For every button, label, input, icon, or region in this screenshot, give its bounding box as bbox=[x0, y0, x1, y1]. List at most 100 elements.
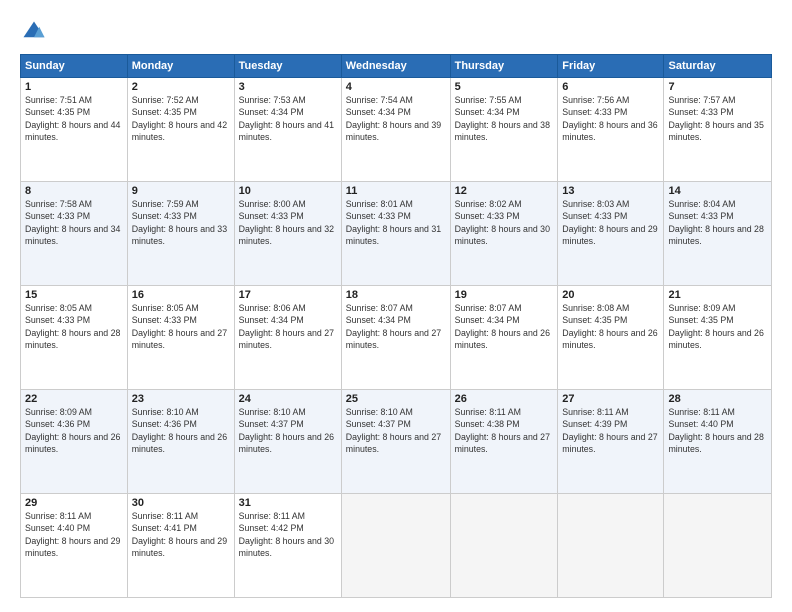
day-info: Sunrise: 8:10 AMSunset: 4:37 PMDaylight:… bbox=[239, 406, 337, 455]
day-info: Sunrise: 8:05 AMSunset: 4:33 PMDaylight:… bbox=[132, 302, 230, 351]
day-cell: 1 Sunrise: 7:51 AMSunset: 4:35 PMDayligh… bbox=[21, 78, 128, 182]
day-number: 24 bbox=[239, 393, 337, 405]
weekday-header-tuesday: Tuesday bbox=[234, 55, 341, 78]
day-cell: 23 Sunrise: 8:10 AMSunset: 4:36 PMDaylig… bbox=[127, 390, 234, 494]
day-number: 17 bbox=[239, 289, 337, 301]
day-cell: 29 Sunrise: 8:11 AMSunset: 4:40 PMDaylig… bbox=[21, 494, 128, 598]
day-cell: 21 Sunrise: 8:09 AMSunset: 4:35 PMDaylig… bbox=[664, 286, 772, 390]
page: SundayMondayTuesdayWednesdayThursdayFrid… bbox=[0, 0, 792, 612]
day-cell: 27 Sunrise: 8:11 AMSunset: 4:39 PMDaylig… bbox=[558, 390, 664, 494]
day-cell: 5 Sunrise: 7:55 AMSunset: 4:34 PMDayligh… bbox=[450, 78, 558, 182]
day-info: Sunrise: 8:02 AMSunset: 4:33 PMDaylight:… bbox=[455, 198, 554, 247]
day-info: Sunrise: 8:11 AMSunset: 4:42 PMDaylight:… bbox=[239, 510, 337, 559]
day-info: Sunrise: 8:00 AMSunset: 4:33 PMDaylight:… bbox=[239, 198, 337, 247]
day-number: 14 bbox=[668, 185, 767, 197]
day-cell: 7 Sunrise: 7:57 AMSunset: 4:33 PMDayligh… bbox=[664, 78, 772, 182]
day-number: 28 bbox=[668, 393, 767, 405]
day-number: 25 bbox=[346, 393, 446, 405]
weekday-header-friday: Friday bbox=[558, 55, 664, 78]
day-info: Sunrise: 8:07 AMSunset: 4:34 PMDaylight:… bbox=[455, 302, 554, 351]
day-info: Sunrise: 7:58 AMSunset: 4:33 PMDaylight:… bbox=[25, 198, 123, 247]
day-info: Sunrise: 8:11 AMSunset: 4:40 PMDaylight:… bbox=[25, 510, 123, 559]
day-number: 23 bbox=[132, 393, 230, 405]
day-number: 20 bbox=[562, 289, 659, 301]
day-number: 30 bbox=[132, 497, 230, 509]
day-number: 4 bbox=[346, 81, 446, 93]
day-info: Sunrise: 7:57 AMSunset: 4:33 PMDaylight:… bbox=[668, 94, 767, 143]
day-cell: 25 Sunrise: 8:10 AMSunset: 4:37 PMDaylig… bbox=[341, 390, 450, 494]
day-cell: 17 Sunrise: 8:06 AMSunset: 4:34 PMDaylig… bbox=[234, 286, 341, 390]
weekday-header-wednesday: Wednesday bbox=[341, 55, 450, 78]
day-number: 31 bbox=[239, 497, 337, 509]
day-info: Sunrise: 8:07 AMSunset: 4:34 PMDaylight:… bbox=[346, 302, 446, 351]
day-cell: 15 Sunrise: 8:05 AMSunset: 4:33 PMDaylig… bbox=[21, 286, 128, 390]
day-number: 10 bbox=[239, 185, 337, 197]
day-info: Sunrise: 8:10 AMSunset: 4:36 PMDaylight:… bbox=[132, 406, 230, 455]
day-number: 16 bbox=[132, 289, 230, 301]
day-info: Sunrise: 8:11 AMSunset: 4:39 PMDaylight:… bbox=[562, 406, 659, 455]
day-number: 5 bbox=[455, 81, 554, 93]
weekday-header-row: SundayMondayTuesdayWednesdayThursdayFrid… bbox=[21, 55, 772, 78]
day-number: 18 bbox=[346, 289, 446, 301]
day-number: 11 bbox=[346, 185, 446, 197]
day-number: 6 bbox=[562, 81, 659, 93]
day-cell: 20 Sunrise: 8:08 AMSunset: 4:35 PMDaylig… bbox=[558, 286, 664, 390]
day-info: Sunrise: 8:11 AMSunset: 4:41 PMDaylight:… bbox=[132, 510, 230, 559]
day-cell: 19 Sunrise: 8:07 AMSunset: 4:34 PMDaylig… bbox=[450, 286, 558, 390]
day-cell: 2 Sunrise: 7:52 AMSunset: 4:35 PMDayligh… bbox=[127, 78, 234, 182]
day-cell: 28 Sunrise: 8:11 AMSunset: 4:40 PMDaylig… bbox=[664, 390, 772, 494]
day-number: 8 bbox=[25, 185, 123, 197]
day-cell: 30 Sunrise: 8:11 AMSunset: 4:41 PMDaylig… bbox=[127, 494, 234, 598]
day-number: 7 bbox=[668, 81, 767, 93]
day-cell: 4 Sunrise: 7:54 AMSunset: 4:34 PMDayligh… bbox=[341, 78, 450, 182]
week-row-4: 22 Sunrise: 8:09 AMSunset: 4:36 PMDaylig… bbox=[21, 390, 772, 494]
day-info: Sunrise: 8:09 AMSunset: 4:35 PMDaylight:… bbox=[668, 302, 767, 351]
day-number: 12 bbox=[455, 185, 554, 197]
day-info: Sunrise: 8:06 AMSunset: 4:34 PMDaylight:… bbox=[239, 302, 337, 351]
day-cell: 3 Sunrise: 7:53 AMSunset: 4:34 PMDayligh… bbox=[234, 78, 341, 182]
weekday-header-saturday: Saturday bbox=[664, 55, 772, 78]
week-row-2: 8 Sunrise: 7:58 AMSunset: 4:33 PMDayligh… bbox=[21, 182, 772, 286]
day-cell bbox=[558, 494, 664, 598]
day-cell: 9 Sunrise: 7:59 AMSunset: 4:33 PMDayligh… bbox=[127, 182, 234, 286]
day-info: Sunrise: 7:54 AMSunset: 4:34 PMDaylight:… bbox=[346, 94, 446, 143]
weekday-header-thursday: Thursday bbox=[450, 55, 558, 78]
day-info: Sunrise: 8:04 AMSunset: 4:33 PMDaylight:… bbox=[668, 198, 767, 247]
day-number: 29 bbox=[25, 497, 123, 509]
day-info: Sunrise: 8:10 AMSunset: 4:37 PMDaylight:… bbox=[346, 406, 446, 455]
header bbox=[20, 18, 772, 46]
day-number: 1 bbox=[25, 81, 123, 93]
day-cell: 8 Sunrise: 7:58 AMSunset: 4:33 PMDayligh… bbox=[21, 182, 128, 286]
weekday-header-monday: Monday bbox=[127, 55, 234, 78]
day-number: 13 bbox=[562, 185, 659, 197]
day-info: Sunrise: 7:51 AMSunset: 4:35 PMDaylight:… bbox=[25, 94, 123, 143]
day-info: Sunrise: 7:55 AMSunset: 4:34 PMDaylight:… bbox=[455, 94, 554, 143]
day-number: 19 bbox=[455, 289, 554, 301]
day-cell: 11 Sunrise: 8:01 AMSunset: 4:33 PMDaylig… bbox=[341, 182, 450, 286]
day-info: Sunrise: 7:56 AMSunset: 4:33 PMDaylight:… bbox=[562, 94, 659, 143]
weekday-header-sunday: Sunday bbox=[21, 55, 128, 78]
logo bbox=[20, 18, 52, 46]
day-number: 2 bbox=[132, 81, 230, 93]
day-number: 15 bbox=[25, 289, 123, 301]
logo-icon bbox=[20, 18, 48, 46]
day-number: 9 bbox=[132, 185, 230, 197]
day-info: Sunrise: 8:08 AMSunset: 4:35 PMDaylight:… bbox=[562, 302, 659, 351]
day-cell: 13 Sunrise: 8:03 AMSunset: 4:33 PMDaylig… bbox=[558, 182, 664, 286]
day-cell: 31 Sunrise: 8:11 AMSunset: 4:42 PMDaylig… bbox=[234, 494, 341, 598]
day-info: Sunrise: 8:09 AMSunset: 4:36 PMDaylight:… bbox=[25, 406, 123, 455]
day-info: Sunrise: 7:53 AMSunset: 4:34 PMDaylight:… bbox=[239, 94, 337, 143]
day-cell: 16 Sunrise: 8:05 AMSunset: 4:33 PMDaylig… bbox=[127, 286, 234, 390]
day-number: 3 bbox=[239, 81, 337, 93]
day-info: Sunrise: 8:03 AMSunset: 4:33 PMDaylight:… bbox=[562, 198, 659, 247]
day-info: Sunrise: 8:05 AMSunset: 4:33 PMDaylight:… bbox=[25, 302, 123, 351]
day-cell: 22 Sunrise: 8:09 AMSunset: 4:36 PMDaylig… bbox=[21, 390, 128, 494]
day-number: 27 bbox=[562, 393, 659, 405]
week-row-1: 1 Sunrise: 7:51 AMSunset: 4:35 PMDayligh… bbox=[21, 78, 772, 182]
day-info: Sunrise: 7:59 AMSunset: 4:33 PMDaylight:… bbox=[132, 198, 230, 247]
day-cell: 6 Sunrise: 7:56 AMSunset: 4:33 PMDayligh… bbox=[558, 78, 664, 182]
day-cell: 14 Sunrise: 8:04 AMSunset: 4:33 PMDaylig… bbox=[664, 182, 772, 286]
day-number: 21 bbox=[668, 289, 767, 301]
day-cell bbox=[450, 494, 558, 598]
week-row-3: 15 Sunrise: 8:05 AMSunset: 4:33 PMDaylig… bbox=[21, 286, 772, 390]
